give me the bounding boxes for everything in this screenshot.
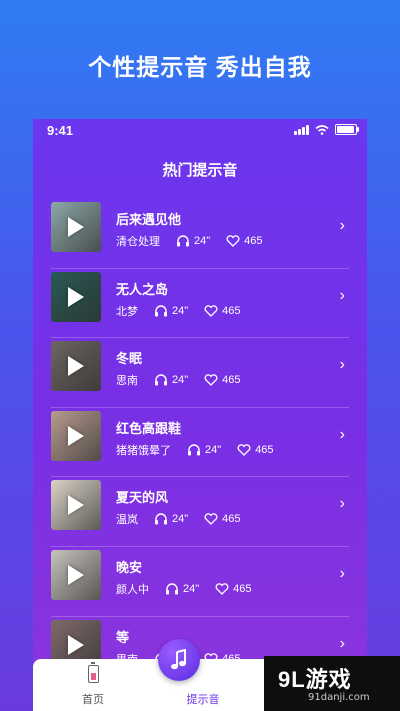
song-row[interactable]: 冬眠 思南 24" 465 › (51, 338, 349, 408)
song-likes: 465 (222, 374, 241, 387)
chevron-right-icon[interactable]: › (340, 426, 345, 444)
tab-home-label: 首页 (82, 694, 104, 706)
play-icon (68, 217, 84, 237)
song-row[interactable]: 红色高跟鞋 猪猪饿晕了 24" 465 › (51, 408, 349, 478)
song-likes: 465 (255, 443, 274, 456)
play-icon (68, 564, 84, 585)
headphones-icon (166, 583, 178, 595)
song-list: 后来遇见他 清仓处理 24" 465 › 无人之岛 北梦 24" 465 › 冬… (51, 199, 349, 687)
song-likes: 465 (233, 582, 252, 595)
music-note-icon[interactable] (158, 639, 200, 681)
song-meta: 颜人中 24" 465 (116, 581, 268, 597)
likes-stat[interactable]: 465 (204, 374, 241, 387)
song-duration: 24" (172, 513, 189, 526)
status-bar: 9:41 (33, 119, 367, 141)
song-artist: 思南 (116, 375, 138, 388)
likes-stat[interactable]: 465 (204, 304, 241, 317)
wifi-icon (315, 124, 329, 135)
song-meta: 温岚 24" 465 (116, 511, 257, 527)
battery-icon (335, 124, 359, 135)
song-title: 后来遇见他 (116, 212, 182, 227)
song-title: 冬眠 (116, 351, 143, 367)
likes-stat[interactable]: 465 (226, 235, 263, 247)
song-row[interactable]: 夏天的风 温岚 24" 465 › (51, 477, 349, 547)
heart-icon (215, 583, 229, 595)
chevron-right-icon[interactable]: › (340, 635, 345, 653)
song-artist: 北梦 (116, 305, 138, 318)
chevron-right-icon[interactable]: › (340, 495, 345, 513)
likes-stat[interactable]: 465 (204, 513, 241, 526)
play-icon (68, 286, 84, 307)
heart-icon (204, 374, 218, 387)
song-artist: 清仓处理 (116, 236, 160, 248)
chevron-right-icon[interactable]: › (340, 217, 345, 235)
duration-stat: 24" (187, 444, 221, 456)
play-icon (68, 425, 84, 446)
song-title: 夏天的风 (116, 490, 169, 506)
song-meta: 思南 24" 465 (116, 372, 257, 388)
duration-stat: 24" (154, 305, 188, 317)
song-likes: 465 (222, 513, 241, 526)
tab-home[interactable]: 首页 (73, 659, 113, 711)
chevron-right-icon[interactable]: › (340, 356, 345, 374)
song-row[interactable]: 后来遇见他 清仓处理 24" 465 › (51, 199, 349, 269)
play-icon (68, 495, 84, 516)
headphones-icon (155, 304, 167, 317)
song-meta: 北梦 24" 465 (116, 303, 257, 319)
song-title: 无人之岛 (116, 281, 169, 297)
song-thumbnail[interactable] (51, 410, 101, 461)
song-thumbnail[interactable] (51, 549, 101, 600)
duration-stat: 24" (176, 235, 210, 247)
song-title: 红色高跟鞋 (116, 420, 182, 436)
page-title: 热门提示音 (162, 162, 238, 179)
song-artist: 猪猪饿晕了 (116, 444, 171, 457)
song-duration: 24" (172, 304, 189, 317)
heart-icon (237, 444, 251, 456)
chevron-right-icon[interactable]: › (340, 287, 345, 305)
play-icon (68, 356, 84, 377)
likes-stat[interactable]: 465 (215, 582, 252, 595)
watermark: 9L游戏 91danji.com (264, 656, 400, 711)
song-meta: 清仓处理 24" 465 (116, 233, 279, 249)
song-row[interactable]: 无人之岛 北梦 24" 465 › (51, 269, 349, 339)
headphones-icon (177, 235, 189, 247)
heart-icon (226, 235, 240, 247)
play-icon (68, 634, 84, 655)
chevron-right-icon[interactable]: › (340, 565, 345, 583)
duration-stat: 24" (165, 583, 199, 595)
song-thumbnail[interactable] (51, 341, 101, 392)
song-thumbnail[interactable] (51, 202, 101, 252)
song-meta: 猪猪饿晕了 24" 465 (116, 442, 290, 458)
song-duration: 24" (183, 582, 200, 595)
song-duration: 24" (205, 443, 222, 456)
phone-battery-icon (88, 662, 99, 683)
promo-title: 个性提示音 秀出自我 (88, 54, 312, 80)
likes-stat[interactable]: 465 (237, 443, 274, 456)
song-title: 等 (116, 629, 130, 645)
duration-stat: 24" (154, 374, 188, 386)
song-row[interactable]: 晚安 颜人中 24" 465 › (51, 547, 349, 617)
status-time: 9:41 (47, 123, 74, 138)
headphones-icon (188, 444, 200, 456)
song-likes: 465 (222, 304, 241, 317)
headphones-icon (155, 513, 167, 525)
status-icons (294, 124, 359, 135)
heart-icon (204, 513, 218, 526)
heart-icon (204, 304, 218, 317)
song-title: 晚安 (116, 559, 143, 575)
song-likes: 465 (244, 235, 263, 247)
song-thumbnail[interactable] (51, 271, 101, 322)
tab-ringtone-label: 提示音 (186, 694, 220, 706)
song-duration: 24" (172, 374, 189, 387)
watermark-url: 91danji.com (308, 692, 370, 703)
phone-screen: 9:41 热门提示音 后来遇见他 清仓处理 24" 465 › 无人之岛 北梦 … (33, 119, 367, 711)
song-duration: 24" (194, 235, 211, 247)
duration-stat: 24" (154, 513, 188, 525)
song-artist: 颜人中 (116, 583, 149, 596)
headphones-icon (155, 374, 167, 386)
song-artist: 温岚 (116, 514, 138, 527)
signal-icon (294, 124, 309, 135)
song-thumbnail[interactable] (51, 480, 101, 531)
watermark-logo: 9L游戏 (278, 667, 352, 692)
